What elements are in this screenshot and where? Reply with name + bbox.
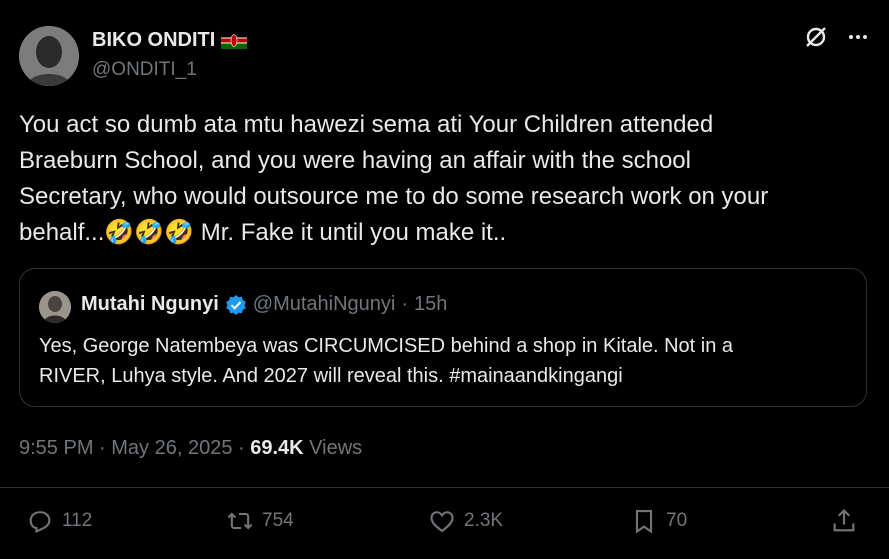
kenya-flag-icon [221,32,248,49]
tweet-text-line: Mr. Fake it until you make it.. [194,219,507,246]
more-options-icon[interactable] [847,26,869,48]
like-button[interactable]: 2.3K [428,507,503,535]
grok-icon[interactable] [803,24,829,50]
quoted-tweet-header: Mutahi Ngunyi @MutahiNgunyi · 15h [81,293,447,316]
author-avatar[interactable] [19,26,79,86]
share-icon [833,509,855,532]
quoted-tweet[interactable]: Mutahi Ngunyi @MutahiNgunyi · 15h Yes, G… [19,268,867,407]
retweet-icon [227,512,253,530]
bookmark-count: 70 [666,510,688,531]
tweet-meta: 9:55 PM · May 26, 2025 · 69.4K Views [19,437,362,460]
bookmark-button[interactable]: 70 [630,507,687,535]
tweet-text-line: Braeburn School, and you were having an … [19,147,691,174]
tweet-text: You act so dumb ata mtu hawezi sema ati … [19,107,869,251]
tweet-text-line: Secretary, who would outsource me to do … [19,183,769,210]
author-name-row: BIKO ONDITI [92,29,248,52]
meta-separator: · [232,437,251,459]
verified-badge-icon [225,294,246,315]
header-separator: · [401,293,409,315]
rofl-emoji: 🤣🤣🤣 [104,219,195,246]
quoted-text-line: Yes, George Natembeya was CIRCUMCISED be… [39,335,734,357]
reply-count: 112 [62,510,93,531]
divider [0,487,889,488]
bookmark-icon [635,510,653,534]
quoted-author-handle[interactable]: @MutahiNgunyi [253,293,396,316]
retweet-button[interactable]: 754 [226,507,294,535]
quoted-tweet-time[interactable]: 15h [414,293,447,316]
like-count: 2.3K [464,510,504,531]
quoted-tweet-text: Yes, George Natembeya was CIRCUMCISED be… [39,331,849,391]
heart-icon [430,511,454,533]
views-count[interactable]: 69.4K [250,437,303,459]
reply-icon [29,511,51,534]
tweet-date[interactable]: May 26, 2025 [111,437,232,459]
tweet-top-actions [803,24,869,50]
tweet-time[interactable]: 9:55 PM [19,437,93,459]
retweet-count: 754 [262,510,294,531]
share-button[interactable] [830,507,858,535]
quoted-author-name[interactable]: Mutahi Ngunyi [81,293,219,316]
action-bar: 112 754 2.3K 70 [0,507,889,543]
quoted-author-avatar[interactable] [39,291,71,323]
views-label: Views [303,437,363,459]
tweet-text-line: You act so dumb ata mtu hawezi sema ati … [19,111,714,138]
reply-button[interactable]: 112 [26,507,92,535]
author-name[interactable]: BIKO ONDITI [92,29,215,52]
quoted-text-line: RIVER, Luhya style. And 2027 will reveal… [39,365,623,387]
meta-separator: · [93,437,112,459]
tweet-text-line: behalf... [19,219,105,246]
author-handle[interactable]: @ONDITI_1 [92,59,197,81]
